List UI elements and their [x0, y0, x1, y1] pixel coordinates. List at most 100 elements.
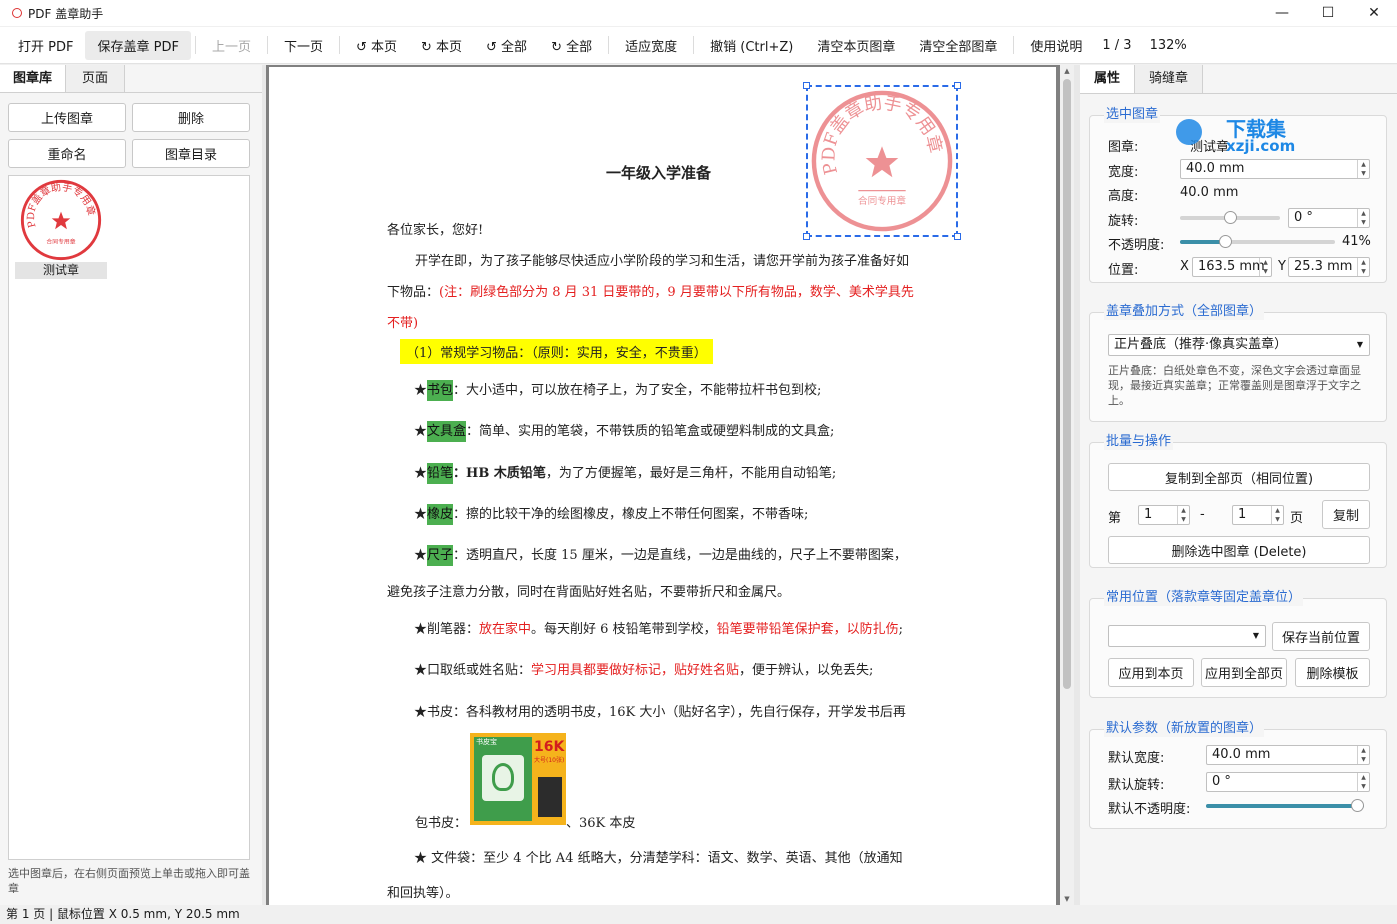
- toolbar-divider: [194, 36, 196, 54]
- upload-stamp-button[interactable]: 上传图章: [8, 103, 126, 132]
- delete-selected-stamp-button[interactable]: 删除选中图章 (Delete): [1108, 536, 1370, 564]
- close-button[interactable]: ✕: [1351, 0, 1397, 26]
- zoom-level: 132%: [1149, 37, 1187, 53]
- clear-page-stamps-button[interactable]: 清空本页图章: [805, 31, 907, 60]
- range-from-label: 第: [1108, 511, 1122, 526]
- default-rotation-input[interactable]: 0 ° ▲ ▼: [1206, 772, 1370, 792]
- tab-seam-stamp[interactable]: 骑缝章: [1135, 65, 1204, 93]
- toolbar-divider: [1013, 36, 1015, 54]
- selection-box: [806, 85, 958, 237]
- range-to-input[interactable]: 1 ▲ ▼: [1232, 505, 1284, 525]
- group-title: 盖章叠加方式（全部图章）: [1104, 304, 1265, 320]
- svg-text:合同专用章: 合同专用章: [46, 238, 75, 246]
- copy-range-button[interactable]: 复制: [1322, 500, 1370, 529]
- stamp-thumbnail: PDF盖章助手专用章 合同专用章: [20, 179, 102, 261]
- apply-to-page-button[interactable]: 应用到本页: [1108, 658, 1194, 687]
- chevron-down-icon: ▼: [1252, 631, 1259, 640]
- clear-all-stamps-button[interactable]: 清空全部图章: [907, 31, 1009, 60]
- rotate-all-ccw-button[interactable]: ↺ 全部: [474, 31, 539, 60]
- open-pdf-button[interactable]: 打开 PDF: [6, 31, 85, 60]
- delete-template-button[interactable]: 删除模板: [1295, 658, 1370, 687]
- stamp-name-label: 图章:: [1108, 140, 1139, 155]
- doc-section-heading: （1）常规学习物品：（原则：实用，安全，不贵重）: [400, 339, 713, 364]
- position-label: 位置:: [1108, 263, 1139, 278]
- x-input[interactable]: 163.5 mm ▲ ▼: [1192, 257, 1272, 277]
- tab-stamp-library[interactable]: 图章库: [0, 65, 67, 92]
- opacity-value: 41%: [1342, 234, 1371, 249]
- x-label: X: [1180, 259, 1189, 274]
- delete-stamp-button[interactable]: 删除: [132, 103, 250, 132]
- default-width-input[interactable]: 40.0 mm ▲ ▼: [1206, 745, 1370, 765]
- stamp-name-label: 测试章: [15, 262, 107, 279]
- prev-page-button[interactable]: 上一页: [200, 31, 263, 60]
- range-dash: -: [1200, 507, 1205, 522]
- help-button[interactable]: 使用说明: [1018, 31, 1094, 60]
- doc-list-item: ★削笔器：放在家中。每天削好 6 枝铅笔带到学校，铅笔要带铅笔保护套，以防扎伤;: [414, 622, 903, 637]
- rotate-all-cw-button[interactable]: ↻ 全部: [539, 31, 604, 60]
- overlay-mode-select[interactable]: 正片叠底（推荐·像真实盖章） ▼: [1108, 334, 1370, 356]
- opacity-slider[interactable]: [1180, 235, 1335, 248]
- group-title: 选中图章: [1104, 107, 1161, 123]
- undo-button[interactable]: 撤销 (Ctrl+Z): [698, 31, 805, 60]
- group-title: 常用位置（落款章等固定盖章位）: [1104, 590, 1304, 606]
- minimize-button[interactable]: —: [1259, 0, 1305, 26]
- position-template-select[interactable]: ▼: [1108, 625, 1266, 647]
- toolbar-divider: [338, 36, 340, 54]
- rotate-page-ccw-button[interactable]: ↺ 本页: [344, 31, 409, 60]
- overlay-description: 正片叠底：白纸处章色不变，深色文字会透过章面显现，最接近真实盖章；正常覆盖则是图…: [1108, 364, 1361, 407]
- rotate-page-cw-button[interactable]: ↻ 本页: [409, 31, 474, 60]
- default-width-label: 默认宽度:: [1108, 751, 1165, 766]
- doc-list-item: ★尺子：透明直尺，长度 15 厘米，一边是直线，一边是曲线的，尺子上不要带图案，: [414, 544, 907, 566]
- rotation-slider[interactable]: [1180, 211, 1280, 224]
- page-scrollbar[interactable]: ▲ ▼: [1060, 65, 1074, 905]
- resize-handle[interactable]: [954, 233, 961, 240]
- properties-panel: 属性 骑缝章 选中图章 图章: 测试章 宽度: 40.0 mm ▲ ▼ 高度: 40…: [1080, 65, 1397, 905]
- doc-list-item: ★书皮：各科教材用的透明书皮，16K 大小（贴好名字），先自行保存，开学发书后再: [414, 705, 906, 720]
- y-input[interactable]: 25.3 mm ▲ ▼: [1288, 257, 1370, 277]
- height-label: 高度:: [1108, 189, 1139, 204]
- width-label: 宽度:: [1108, 165, 1139, 180]
- maximize-button[interactable]: ☐: [1305, 0, 1351, 26]
- default-opacity-slider[interactable]: [1206, 799, 1364, 812]
- placed-stamp[interactable]: PDF盖章助手专用章 合同专用章: [803, 82, 961, 240]
- pdf-page[interactable]: 一年级入学准备 各位家长，您好! 开学在即，为了孩子能够尽快适应小学阶段的学习和…: [269, 67, 1056, 907]
- placement-hint: 选中图章后，在右侧页面预览上单击或拖入即可盖章: [8, 867, 250, 895]
- resize-handle[interactable]: [803, 82, 810, 89]
- doc-paragraph: 包书皮：: [415, 816, 468, 831]
- toolbar-divider: [608, 36, 610, 54]
- resize-handle[interactable]: [954, 82, 961, 89]
- toolbar-divider: [693, 36, 695, 54]
- site-watermark: 下载集 xzji.com: [1176, 113, 1316, 157]
- page-preview-area[interactable]: 一年级入学准备 各位家长，您好! 开学在即，为了孩子能够尽快适应小学阶段的学习和…: [266, 65, 1074, 907]
- scrollbar-thumb[interactable]: [1063, 79, 1071, 689]
- doc-paragraph: 和回执等）。: [387, 886, 459, 901]
- width-input[interactable]: 40.0 mm ▲ ▼: [1180, 159, 1370, 179]
- title-bar: PDF 盖章助手 — ☐ ✕: [0, 0, 1397, 26]
- page-indicator: 1 / 3: [1102, 37, 1132, 53]
- fit-width-button[interactable]: 适应宽度: [613, 31, 689, 60]
- range-from-input[interactable]: 1 ▲ ▼: [1138, 505, 1190, 525]
- resize-handle[interactable]: [803, 233, 810, 240]
- overlay-mode-group: 盖章叠加方式（全部图章） 正片叠底（推荐·像真实盖章） ▼ 正片叠底：白纸处章色不…: [1089, 304, 1387, 422]
- doc-list-item: ★铅笔：HB 木质铅笔，为了方便握笔，最好是三角杆，不能用自动铅笔;: [414, 462, 836, 484]
- doc-title: 一年级入学准备: [606, 164, 712, 182]
- opacity-label: 不透明度:: [1108, 238, 1165, 253]
- y-label: Y: [1278, 259, 1286, 274]
- rename-stamp-button[interactable]: 重命名: [8, 139, 126, 168]
- next-page-button[interactable]: 下一页: [272, 31, 335, 60]
- app-icon: [12, 8, 22, 18]
- stamp-catalog-button[interactable]: 图章目录: [132, 139, 250, 168]
- tab-properties[interactable]: 属性: [1080, 65, 1136, 93]
- status-bar: 第 1 页 | 鼠标位置 X 0.5 mm, Y 20.5 mm: [0, 905, 1397, 924]
- tab-pages[interactable]: 页面: [66, 65, 126, 92]
- doc-paragraph: 开学在即，为了孩子能够尽快适应小学阶段的学习和生活，请您开学前为孩子准备好如: [415, 254, 910, 269]
- doc-list-item: ★ 文件袋：至少 4 个比 A4 纸略大，分清楚学科：语文、数学、英语、其他（放…: [414, 851, 903, 866]
- copy-to-all-pages-button[interactable]: 复制到全部页（相同位置): [1108, 463, 1370, 491]
- save-pdf-button[interactable]: 保存盖章 PDF: [85, 30, 191, 60]
- save-position-button[interactable]: 保存当前位置: [1272, 622, 1370, 651]
- doc-paragraph: 下物品：(注：刷绿色部分为 8 月 31 日要带的，9 月要带以下所有物品，数学…: [387, 285, 914, 300]
- apply-to-all-button[interactable]: 应用到全部页: [1201, 658, 1287, 687]
- group-title: 默认参数（新放置的图章）: [1104, 721, 1265, 737]
- rotation-input[interactable]: 0 ° ▲ ▼: [1288, 208, 1370, 228]
- chevron-down-icon: ▼: [1356, 340, 1363, 349]
